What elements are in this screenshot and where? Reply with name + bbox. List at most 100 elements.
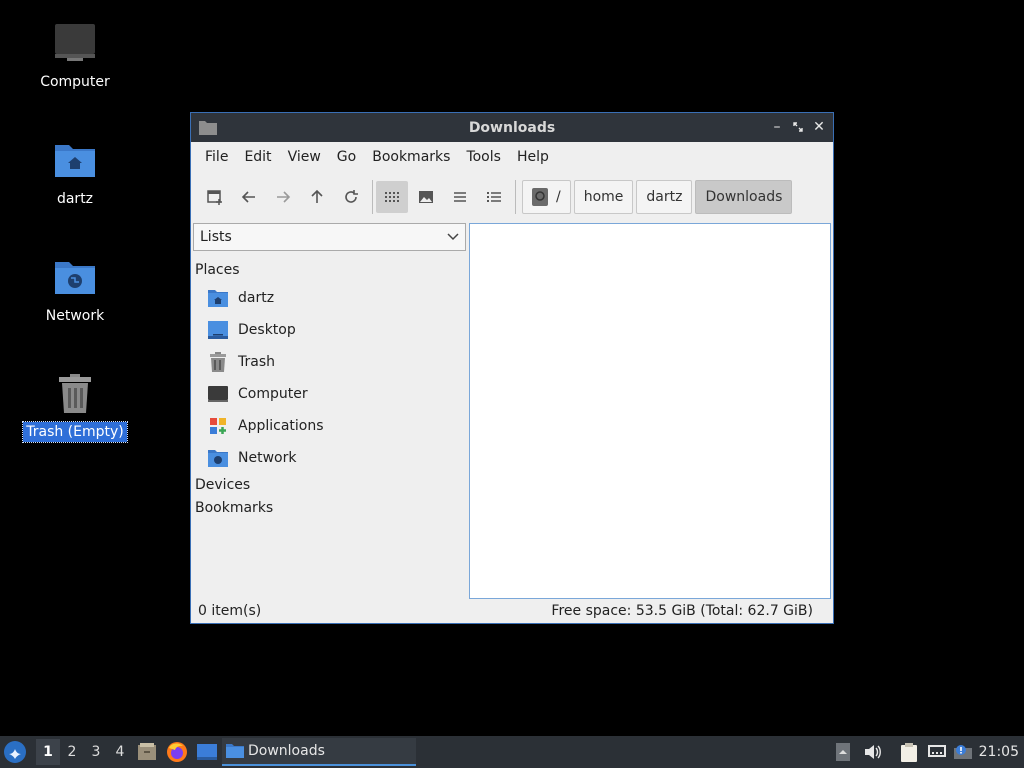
launcher-file-manager[interactable] [134, 739, 160, 765]
menu-edit[interactable]: Edit [236, 142, 279, 172]
computer-icon [207, 383, 229, 405]
desktop-icon-computer[interactable]: Computer [20, 22, 130, 92]
file-list-area[interactable] [469, 223, 831, 599]
grid-icon [385, 192, 399, 202]
arrow-left-icon [241, 191, 255, 203]
network-folder-icon [53, 256, 97, 300]
applications-icon [207, 415, 229, 437]
section-devices[interactable]: Devices [193, 474, 466, 497]
updates-button[interactable] [952, 741, 974, 763]
detail-list-icon [487, 192, 501, 202]
sidebar-item-label: Desktop [238, 322, 296, 338]
workspace-3[interactable]: 3 [84, 739, 108, 765]
file-cabinet-icon [138, 743, 156, 760]
menu-view[interactable]: View [280, 142, 329, 172]
tray-show-hidden[interactable] [834, 741, 852, 763]
breadcrumb-dartz[interactable]: dartz [636, 180, 693, 214]
task-button-downloads[interactable]: Downloads [222, 738, 416, 766]
free-space: Free space: 53.5 GiB (Total: 62.7 GiB) [551, 603, 813, 619]
list-icon [454, 192, 466, 202]
file-manager-window: Downloads – ✕ File Edit View Go Bookmark… [190, 112, 834, 624]
desktop-icon-network[interactable]: Network [20, 256, 130, 326]
sidebar-item-desktop[interactable]: Desktop [193, 314, 466, 346]
sidebar-item-network[interactable]: Network [193, 442, 466, 474]
workspace-1[interactable]: 1 [36, 739, 60, 765]
arrow-up-icon [311, 189, 323, 203]
side-pane-mode-select[interactable]: Lists [193, 223, 466, 251]
toolbar-separator [515, 180, 516, 214]
status-bar: 0 item(s) Free space: 53.5 GiB (Total: 6… [191, 599, 833, 623]
sidebar-item-label: Applications [238, 418, 324, 434]
menu-file[interactable]: File [197, 142, 236, 172]
sidebar-item-applications[interactable]: Applications [193, 410, 466, 442]
menu-help[interactable]: Help [509, 142, 557, 172]
network-monitor-icon [928, 745, 946, 757]
sidebar-item-dartz[interactable]: dartz [193, 282, 466, 314]
arrow-right-icon [277, 191, 291, 203]
sidebar-item-label: dartz [238, 290, 275, 306]
trash-icon [207, 351, 229, 373]
thumbnail-view-button[interactable] [410, 181, 442, 213]
new-tab-button[interactable] [199, 181, 231, 213]
network-folder-icon [207, 447, 229, 469]
section-bookmarks[interactable]: Bookmarks [193, 497, 466, 520]
forward-button[interactable] [267, 181, 299, 213]
breadcrumb-label: / [556, 189, 561, 205]
compact-view-button[interactable] [444, 181, 476, 213]
launcher-show-desktop[interactable] [194, 739, 220, 765]
maximize-button[interactable] [788, 117, 808, 137]
home-folder-icon [207, 287, 229, 309]
tray-arrow-icon [836, 743, 850, 761]
side-pane: Lists Places dartz Desktop Trash Compute… [193, 223, 466, 599]
network-status-button[interactable] [926, 741, 948, 763]
minimize-button[interactable]: – [767, 117, 787, 137]
volume-button[interactable] [862, 741, 884, 763]
section-places[interactable]: Places [193, 259, 466, 282]
speaker-icon [865, 745, 881, 759]
close-button[interactable]: ✕ [809, 117, 829, 137]
menu-tools[interactable]: Tools [458, 142, 509, 172]
computer-icon [53, 22, 97, 66]
clock[interactable]: 21:05 [979, 736, 1019, 768]
desktop-icon-dartz[interactable]: dartz [20, 139, 130, 209]
desktop-icon-label: dartz [56, 191, 94, 207]
folder-icon [226, 744, 244, 758]
breadcrumb-home[interactable]: home [573, 180, 634, 214]
start-menu-button[interactable] [2, 739, 28, 765]
breadcrumb-label: Downloads [705, 189, 783, 205]
menu-bookmarks[interactable]: Bookmarks [364, 142, 458, 172]
trash-icon [53, 372, 97, 416]
desktop-icon-trash[interactable]: Trash (Empty) [20, 372, 130, 443]
clipboard-icon [901, 743, 917, 762]
desktop-icon-label: Network [45, 308, 105, 324]
image-icon [419, 191, 433, 203]
menu-go[interactable]: Go [329, 142, 364, 172]
sidebar-item-trash[interactable]: Trash [193, 346, 466, 378]
sidebar-item-computer[interactable]: Computer [193, 378, 466, 410]
toolbar-separator [372, 180, 373, 214]
detailed-view-button[interactable] [478, 181, 510, 213]
side-pane-mode-label: Lists [200, 229, 232, 245]
window-titlebar[interactable]: Downloads – ✕ [191, 113, 833, 142]
breadcrumb-downloads[interactable]: Downloads [695, 180, 793, 214]
reload-button[interactable] [335, 181, 367, 213]
icon-view-button[interactable] [376, 181, 408, 213]
up-button[interactable] [301, 181, 333, 213]
workspace-4[interactable]: 4 [108, 739, 132, 765]
taskbar: 1 2 3 4 Downloads 21:05 [0, 736, 1024, 768]
firefox-icon [167, 742, 187, 762]
drive-icon [532, 188, 548, 206]
chevron-down-icon [447, 233, 459, 241]
task-label: Downloads [248, 743, 325, 759]
launcher-firefox[interactable] [164, 739, 190, 765]
desktop-icon-label: Computer [40, 74, 110, 90]
breadcrumb-root[interactable]: / [522, 180, 571, 214]
sidebar-item-label: Trash [238, 354, 275, 370]
workspace-2[interactable]: 2 [60, 739, 84, 765]
clipboard-button[interactable] [898, 741, 920, 763]
desktop: Computer dartz Network Trash (Empty) Dow… [0, 0, 1024, 736]
back-button[interactable] [233, 181, 265, 213]
reload-icon [345, 190, 358, 203]
breadcrumb-label: home [583, 189, 624, 205]
sidebar-item-label: Network [238, 450, 297, 466]
